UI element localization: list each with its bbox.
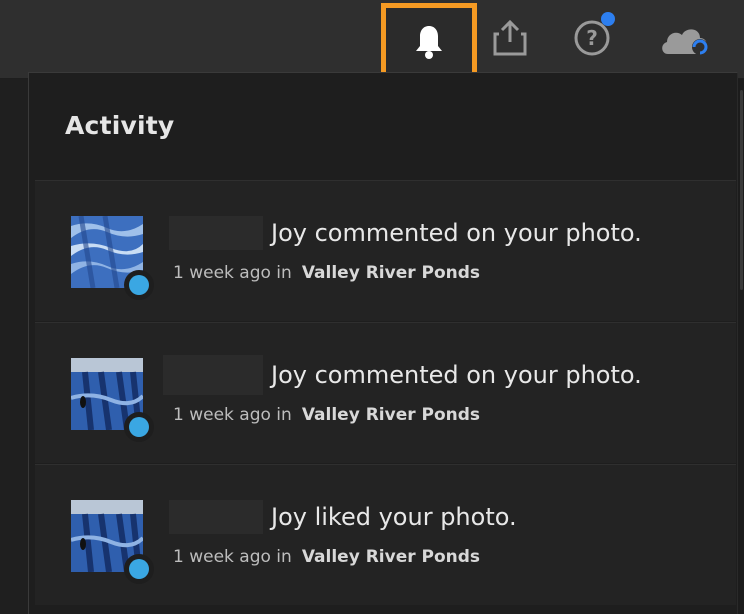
- comment-badge-icon: [124, 412, 154, 442]
- redacted-username: [163, 355, 263, 395]
- top-toolbar: ?: [0, 0, 744, 79]
- redacted-username: [169, 216, 263, 250]
- comment-badge-icon: [124, 270, 154, 300]
- album-link[interactable]: Valley River Ponds: [302, 405, 480, 425]
- activity-item[interactable]: Joy liked your photo. 1 week ago in Valle…: [35, 464, 736, 605]
- activity-time: 1 week ago in: [173, 547, 292, 567]
- panel-title: Activity: [65, 111, 175, 140]
- scrollbar[interactable]: [740, 90, 743, 290]
- album-link[interactable]: Valley River Ponds: [302, 263, 480, 283]
- notification-dot: [601, 12, 615, 26]
- share-icon[interactable]: [490, 18, 530, 58]
- like-badge-icon: [124, 554, 154, 584]
- activity-time: 1 week ago in: [173, 263, 292, 283]
- background-left: [0, 79, 28, 614]
- activity-text: Joy commented on your photo.: [271, 361, 642, 389]
- album-link[interactable]: Valley River Ponds: [302, 547, 480, 567]
- activity-item[interactable]: Joy commented on your photo. 1 week ago …: [35, 180, 736, 321]
- activity-text: Joy liked your photo.: [271, 503, 517, 531]
- cloud-sync-icon[interactable]: [658, 22, 714, 58]
- notifications-button[interactable]: [381, 3, 477, 77]
- svg-text:?: ?: [586, 26, 598, 50]
- redacted-username: [169, 500, 263, 534]
- bell-icon: [416, 26, 442, 59]
- activity-time: 1 week ago in: [173, 405, 292, 425]
- activity-panel: Activity Joy commented on your photo. 1 …: [28, 72, 738, 614]
- activity-meta: 1 week ago in Valley River Ponds: [173, 547, 480, 567]
- activity-item[interactable]: Joy commented on your photo. 1 week ago …: [35, 322, 736, 463]
- activity-text: Joy commented on your photo.: [271, 219, 642, 247]
- activity-meta: 1 week ago in Valley River Ponds: [173, 263, 480, 283]
- activity-meta: 1 week ago in Valley River Ponds: [173, 405, 480, 425]
